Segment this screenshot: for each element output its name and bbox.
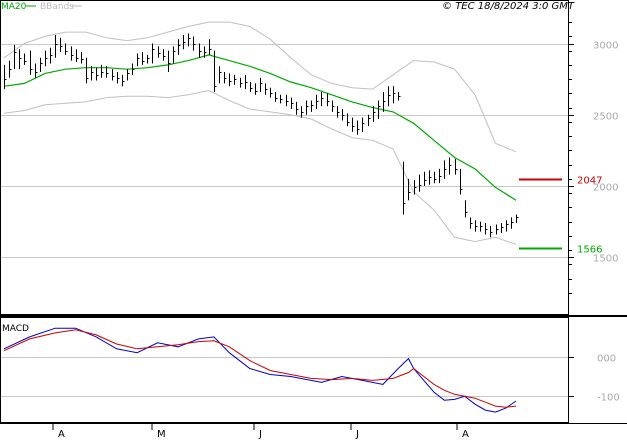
level-lines: 20471566 bbox=[519, 176, 602, 256]
macd-axis-ticks: 000 -100 bbox=[568, 354, 620, 404]
ma20-legend: MA20 bbox=[1, 2, 27, 12]
price-tick-label: 2000 bbox=[593, 183, 618, 194]
bbands-legend: BBands bbox=[40, 2, 74, 12]
macd-lines bbox=[3, 327, 517, 413]
x-tick-label: A bbox=[462, 429, 469, 440]
price-panel-frame bbox=[0, 0, 569, 315]
gridlines bbox=[1, 44, 568, 397]
price-tick-label: 2500 bbox=[593, 112, 618, 123]
macd-tick-label: 000 bbox=[597, 354, 616, 365]
x-tick-label: J bbox=[355, 429, 359, 440]
price-tick-label: 3000 bbox=[593, 41, 618, 52]
x-tick-label: A bbox=[58, 429, 65, 440]
copyright-label: © TEC 18/8/2024 3:0 GMT bbox=[442, 1, 575, 12]
macd-label: MACD bbox=[2, 324, 29, 334]
x-tick-label: J bbox=[258, 429, 262, 440]
price-axis-ticks: 3000 2500 2000 1500 bbox=[568, 22, 618, 294]
macd-panel-frame bbox=[0, 317, 569, 423]
macd-tick-label: -100 bbox=[597, 393, 620, 404]
macd-line bbox=[3, 327, 517, 413]
bb-lower-line bbox=[3, 89, 517, 245]
stock-chart: 20471566 3000250020001500 000-100 AMJJA … bbox=[0, 0, 627, 440]
x-axis-ticks: AMJJA bbox=[52, 423, 469, 440]
bollinger-bands bbox=[3, 21, 517, 245]
price-tick-label: 1500 bbox=[593, 254, 618, 265]
x-tick-label: M bbox=[157, 429, 166, 440]
